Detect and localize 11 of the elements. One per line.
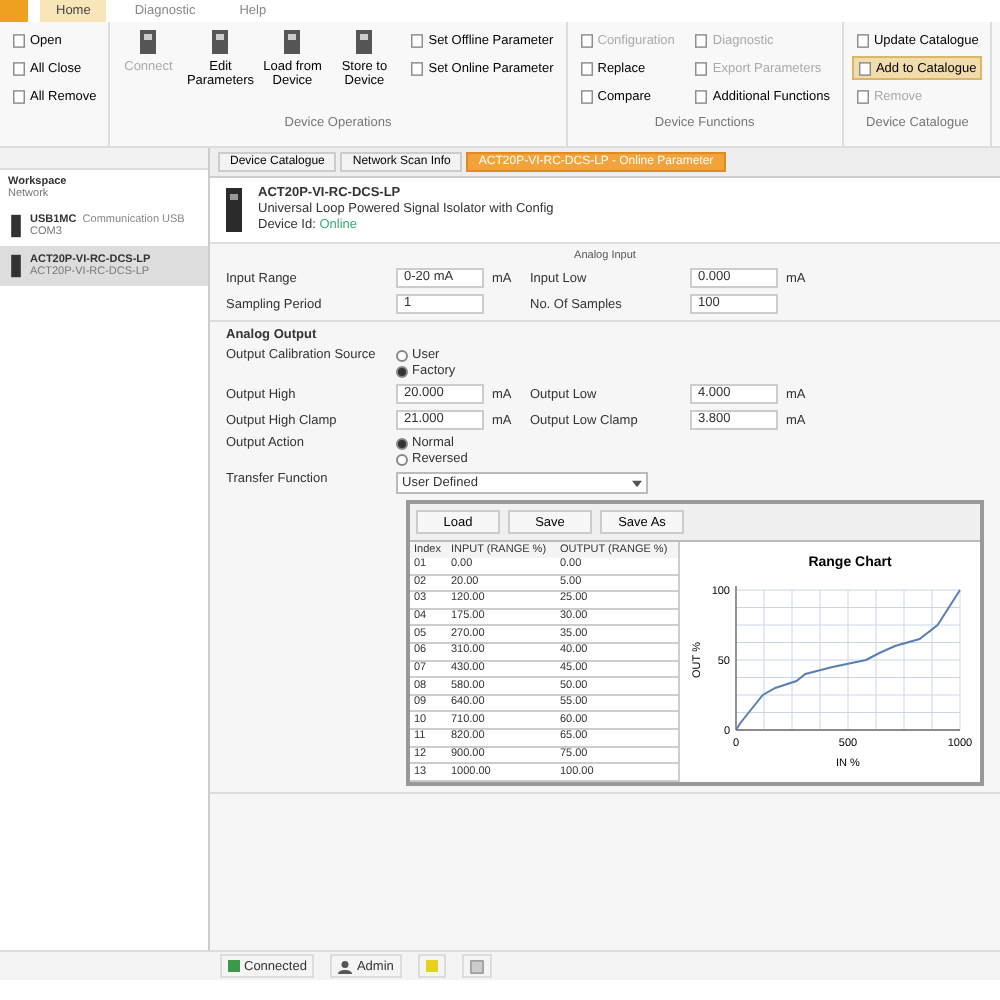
user-icon: [338, 959, 353, 973]
device-icon: [8, 252, 24, 280]
radio-button[interactable]: [396, 453, 408, 465]
radio-button[interactable]: [396, 349, 408, 361]
radio-button[interactable]: [396, 365, 408, 377]
device-icon: [8, 212, 24, 240]
radio-button[interactable]: [396, 437, 408, 449]
connected-icon: [228, 960, 240, 972]
caret-icon: [632, 479, 642, 487]
warning-icon: [425, 960, 438, 972]
device-icon: [222, 186, 246, 234]
